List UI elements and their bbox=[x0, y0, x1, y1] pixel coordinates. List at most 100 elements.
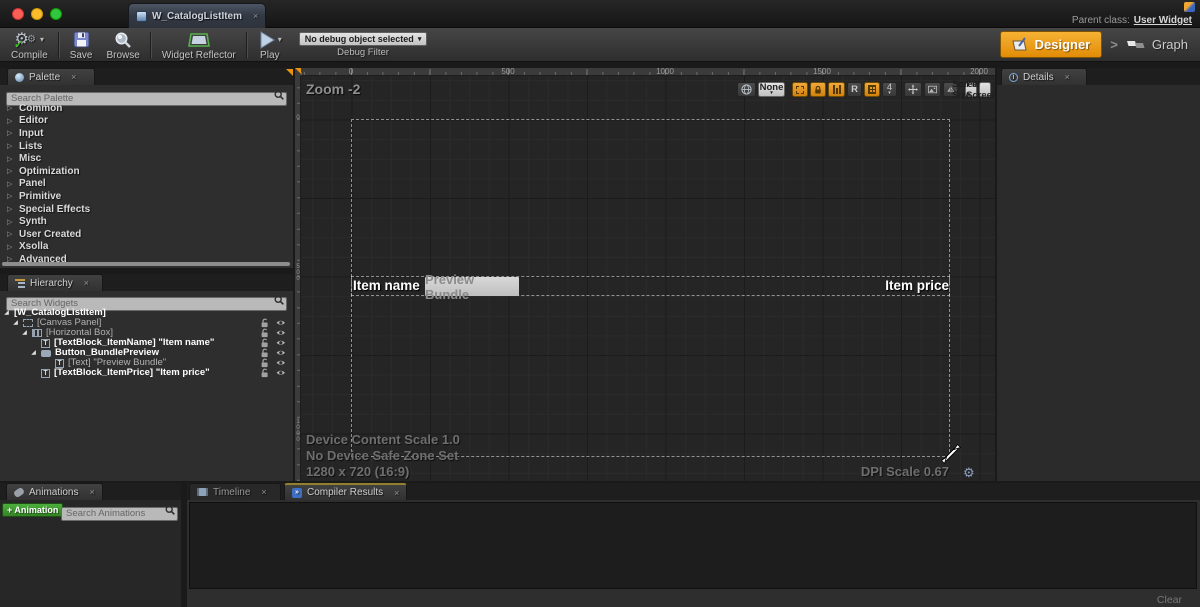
unlock-icon[interactable] bbox=[260, 358, 269, 368]
animations-search-input[interactable] bbox=[61, 507, 178, 521]
expander-icon[interactable]: ▷ bbox=[7, 104, 14, 112]
palette-category-editor[interactable]: ▷Editor bbox=[0, 115, 293, 128]
save-button[interactable]: Save bbox=[63, 29, 100, 61]
widget-reflector-button[interactable]: Widget Reflector bbox=[155, 29, 243, 61]
designer-mode-button[interactable]: Designer bbox=[1000, 31, 1103, 58]
window-close-button[interactable] bbox=[12, 8, 24, 20]
expander-icon[interactable]: ▷ bbox=[7, 218, 14, 226]
grid-snap-size-dropdown[interactable]: 4▾ bbox=[882, 82, 897, 97]
localization-preview-button[interactable] bbox=[737, 82, 756, 97]
close-icon[interactable]: × bbox=[84, 278, 89, 288]
compiler-log-output[interactable] bbox=[189, 502, 1197, 589]
close-icon[interactable]: × bbox=[89, 487, 94, 497]
unlock-icon[interactable] bbox=[260, 328, 269, 338]
palette-category-xsolla[interactable]: ▷Xsolla bbox=[0, 241, 293, 254]
close-icon[interactable]: × bbox=[394, 488, 399, 498]
window-minimize-button[interactable] bbox=[31, 8, 43, 20]
horizontal-scrollbar[interactable] bbox=[2, 262, 290, 266]
palette-category-common[interactable]: ▷Common bbox=[0, 102, 293, 115]
unlock-icon[interactable] bbox=[260, 338, 269, 348]
clear-log-button[interactable]: Clear bbox=[1157, 594, 1182, 606]
preview-item-price-text[interactable]: Item price bbox=[885, 278, 949, 293]
respect-locks-button[interactable]: R bbox=[847, 82, 862, 97]
compile-gear-small-icon: ⚙ bbox=[27, 34, 36, 45]
visibility-icon[interactable] bbox=[276, 328, 286, 338]
lock-widgets-button[interactable] bbox=[810, 82, 826, 97]
toggle-outlines-button[interactable] bbox=[792, 82, 808, 97]
close-icon[interactable]: × bbox=[253, 11, 258, 21]
search-icon bbox=[274, 295, 284, 305]
tree-row-textblock-itemprice[interactable]: T [TextBlock_ItemPrice] "Item price" bbox=[0, 368, 293, 378]
visibility-icon[interactable] bbox=[276, 358, 286, 368]
unlock-icon[interactable] bbox=[260, 318, 269, 328]
palette-category-input[interactable]: ▷Input bbox=[0, 127, 293, 140]
fill-screen-dropdown[interactable]: Fill Screen ▾ bbox=[979, 82, 991, 97]
palette-category-misc[interactable]: ▷Misc bbox=[0, 152, 293, 165]
tab-timeline[interactable]: Timeline × bbox=[189, 483, 281, 500]
expander-icon[interactable]: ▷ bbox=[7, 117, 14, 125]
transform-mode-button[interactable] bbox=[904, 82, 922, 97]
hierarchy-search[interactable] bbox=[6, 293, 287, 307]
preview-background-button[interactable] bbox=[924, 82, 941, 97]
visibility-icon[interactable] bbox=[276, 368, 286, 378]
palette-category-special-effects[interactable]: ▷Special Effects bbox=[0, 203, 293, 216]
browse-button[interactable]: Browse bbox=[99, 29, 146, 61]
expander-icon[interactable]: ◢ bbox=[3, 308, 10, 318]
localization-dropdown[interactable]: None▾ bbox=[758, 82, 785, 97]
tab-details[interactable]: i Details × bbox=[1001, 68, 1087, 85]
dpi-settings-gear-icon[interactable]: ⚙ bbox=[963, 465, 975, 481]
details-panel bbox=[997, 85, 1200, 481]
preview-bundle-button[interactable]: Preview Bundle bbox=[425, 277, 519, 296]
close-icon[interactable]: × bbox=[1065, 72, 1070, 82]
palette-category-user-created[interactable]: ▷User Created bbox=[0, 228, 293, 241]
close-icon[interactable]: × bbox=[261, 487, 266, 497]
palette-category-synth[interactable]: ▷Synth bbox=[0, 215, 293, 228]
tree-row-canvas-panel[interactable]: ◢ [Canvas Panel] bbox=[0, 318, 293, 328]
expander-icon[interactable]: ▷ bbox=[7, 167, 14, 175]
expander-icon[interactable]: ◢ bbox=[30, 348, 37, 358]
expander-icon[interactable]: ▷ bbox=[7, 205, 14, 213]
compile-button[interactable]: ⚙ ⚙ ✓ ▾ Compile bbox=[4, 29, 55, 61]
snap-grid-toggle-button[interactable] bbox=[864, 82, 880, 97]
palette-category-optimization[interactable]: ▷Optimization bbox=[0, 165, 293, 178]
close-icon[interactable]: × bbox=[71, 72, 76, 82]
visibility-icon[interactable] bbox=[276, 318, 286, 328]
tab-hierarchy[interactable]: Hierarchy × bbox=[7, 274, 103, 291]
expander-icon[interactable]: ▷ bbox=[7, 180, 14, 188]
palette-category-panel[interactable]: ▷Panel bbox=[0, 178, 293, 191]
expander-icon[interactable]: ◢ bbox=[12, 318, 19, 328]
animations-search[interactable] bbox=[61, 503, 178, 517]
unlock-icon[interactable] bbox=[260, 368, 269, 378]
show-rulers-button[interactable] bbox=[828, 82, 845, 97]
expander-icon[interactable]: ▷ bbox=[7, 192, 14, 200]
ruler-label: 500 bbox=[501, 67, 514, 76]
resize-handle-cursor-icon[interactable] bbox=[941, 444, 961, 464]
tree-item-label[interactable]: [TextBlock_ItemPrice] "Item price" bbox=[54, 368, 210, 378]
expander-icon[interactable]: ◢ bbox=[21, 328, 28, 338]
expander-icon[interactable]: ▷ bbox=[7, 230, 14, 238]
palette-category-lists[interactable]: ▷Lists bbox=[0, 140, 293, 153]
visibility-icon[interactable] bbox=[276, 338, 286, 348]
add-animation-button[interactable]: + Animation bbox=[2, 503, 63, 517]
tab-palette[interactable]: Palette × bbox=[7, 68, 95, 85]
graph-mode-button[interactable]: Graph bbox=[1126, 37, 1192, 52]
palette-category-primitive[interactable]: ▷Primitive bbox=[0, 190, 293, 203]
expander-icon[interactable]: ▷ bbox=[7, 129, 14, 137]
unlock-icon[interactable] bbox=[260, 348, 269, 358]
play-options-caret-icon[interactable]: ▾ bbox=[278, 35, 282, 44]
document-tab[interactable]: W_CatalogListItem × bbox=[128, 3, 266, 28]
window-zoom-button[interactable] bbox=[50, 8, 62, 20]
visibility-icon[interactable] bbox=[276, 348, 286, 358]
play-button[interactable]: ▾ Play bbox=[251, 29, 289, 61]
parent-class-link[interactable]: User Widget bbox=[1134, 15, 1192, 26]
debug-object-dropdown[interactable]: No debug object selected ▾ bbox=[299, 32, 428, 46]
designer-canvas[interactable]: Zoom -2 None▾ R bbox=[301, 76, 995, 481]
expander-icon[interactable]: ▷ bbox=[7, 142, 14, 150]
expander-icon[interactable]: ▷ bbox=[7, 243, 14, 251]
expander-icon[interactable]: ▷ bbox=[7, 155, 14, 163]
preview-item-name-text[interactable]: Item name bbox=[353, 278, 420, 293]
palette-search[interactable] bbox=[6, 88, 287, 102]
tab-compiler-results[interactable]: » Compiler Results × bbox=[284, 483, 407, 500]
tab-animations[interactable]: Animations × bbox=[6, 483, 103, 500]
compile-options-caret-icon[interactable]: ▾ bbox=[40, 35, 44, 44]
